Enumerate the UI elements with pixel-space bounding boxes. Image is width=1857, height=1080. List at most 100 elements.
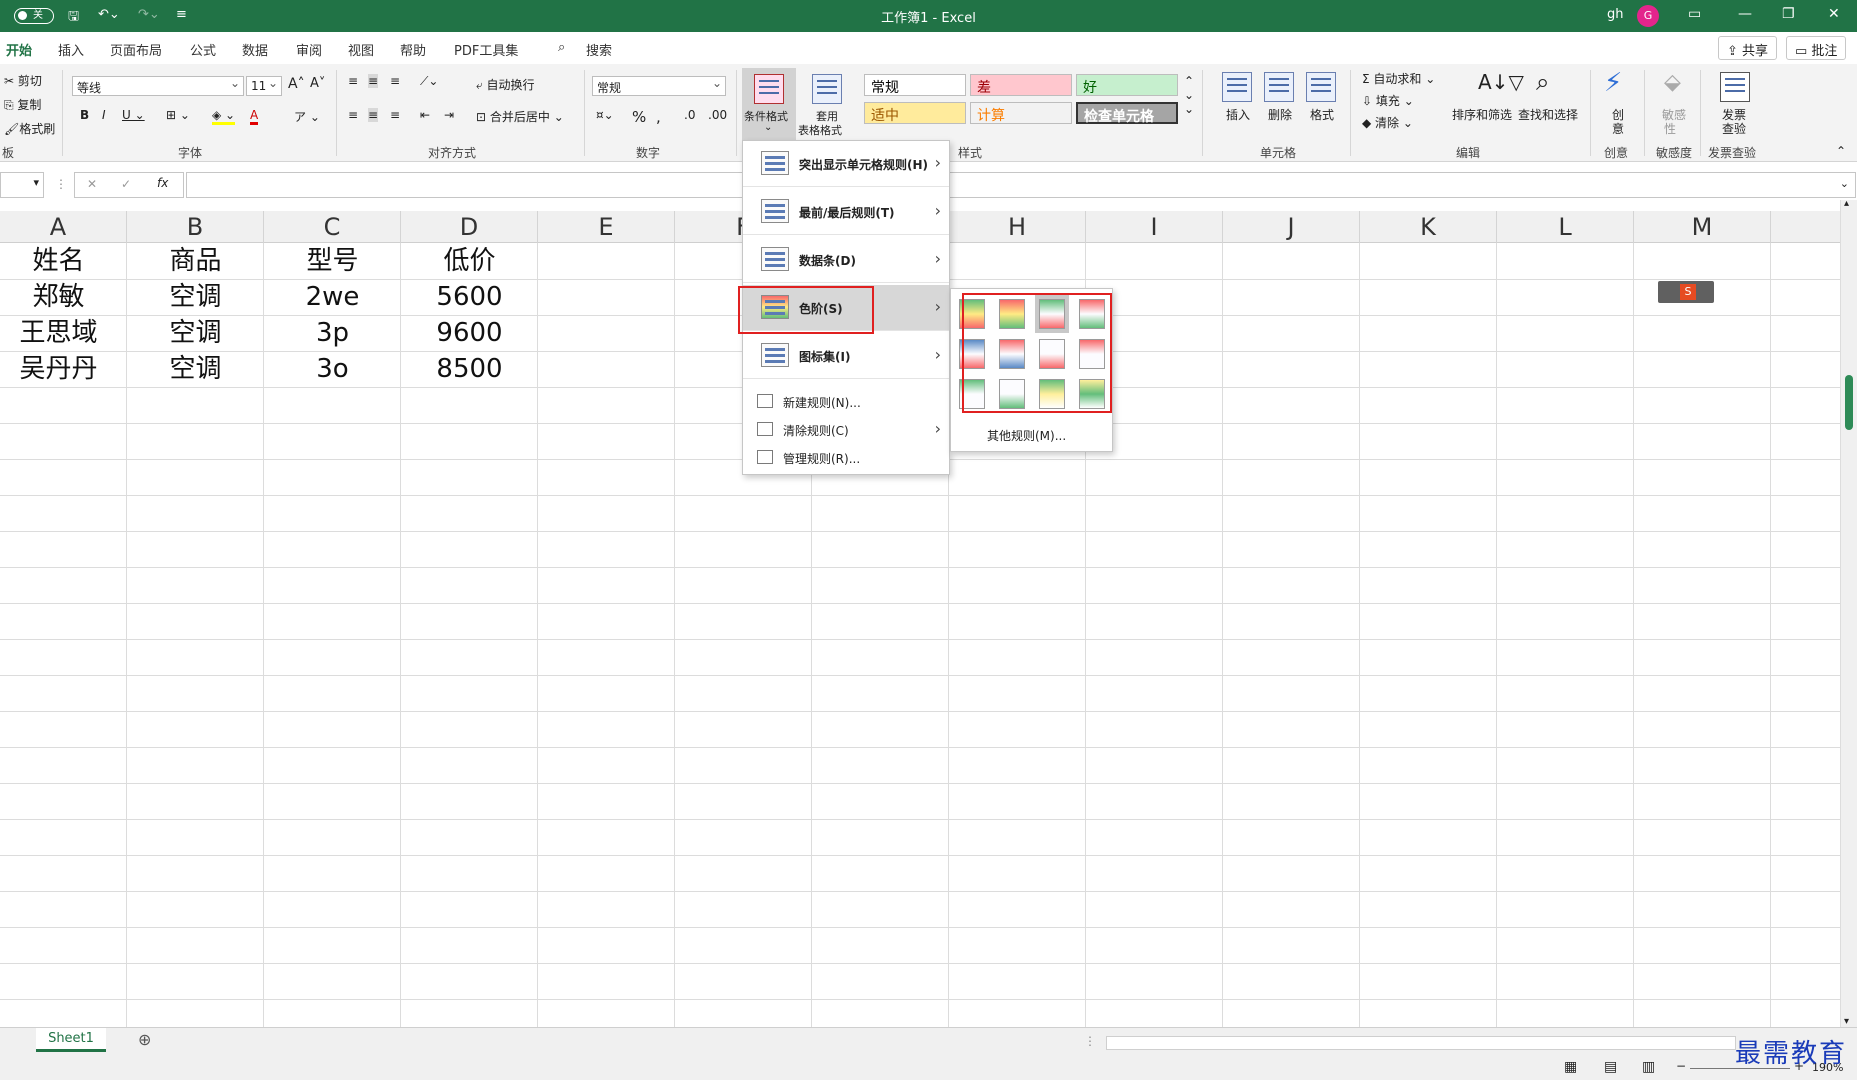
conditional-format-button[interactable]: 条件格式 ⌄ xyxy=(742,68,796,140)
table-cell[interactable]: 3o xyxy=(264,351,401,387)
expand-icon[interactable]: ⌄ xyxy=(1840,177,1849,190)
tab-help[interactable]: 帮助 xyxy=(400,40,426,59)
italic-button[interactable]: I xyxy=(102,108,106,122)
increase-font-icon[interactable]: A˄ xyxy=(288,76,305,92)
tab-home[interactable]: 开始 xyxy=(6,40,33,67)
menu-data-bars[interactable]: 数据条(D) › xyxy=(743,237,949,283)
column-header[interactable]: K xyxy=(1360,211,1497,243)
menu-manage-rules[interactable]: 管理规则(R)... xyxy=(743,445,949,471)
align-middle-icon[interactable]: ≡ xyxy=(368,74,379,88)
copy-button[interactable]: ⎘ 复制 xyxy=(4,96,41,113)
column-header[interactable]: H xyxy=(949,211,1086,243)
merge-center-button[interactable]: ⊡ 合并后居中 ⌄ xyxy=(476,108,564,125)
insert-cells-label[interactable]: 插入 xyxy=(1226,106,1250,123)
close-icon[interactable]: ✕ xyxy=(1828,6,1840,22)
align-top-icon[interactable]: ≡ xyxy=(348,74,358,88)
insert-cells-icon[interactable] xyxy=(1222,72,1252,102)
collapse-ribbon-icon[interactable]: ⌃ xyxy=(1836,144,1846,158)
column-header[interactable]: M xyxy=(1634,211,1771,243)
wrap-text-button[interactable]: ⤶ 自动换行 xyxy=(476,76,535,93)
zoom-out-icon[interactable]: − xyxy=(1676,1059,1686,1073)
style-normal[interactable]: 常规 xyxy=(864,74,966,96)
tab-pdf-tools[interactable]: PDF工具集 xyxy=(454,40,518,59)
enter-icon[interactable]: ✓ xyxy=(121,177,131,191)
normal-view-icon[interactable]: ▦ xyxy=(1564,1059,1577,1075)
sensitivity-label-2[interactable]: 性 xyxy=(1664,120,1676,137)
format-painter-button[interactable]: 🖌格式刷 xyxy=(4,120,55,137)
sheet-tab[interactable]: Sheet1 xyxy=(36,1028,106,1052)
bold-button[interactable]: B xyxy=(80,108,89,122)
currency-icon[interactable]: ¤⌄ xyxy=(596,108,614,122)
table-cell[interactable]: 空调 xyxy=(127,315,264,351)
decrease-font-icon[interactable]: A˅ xyxy=(310,76,325,91)
tab-view[interactable]: 视图 xyxy=(348,40,374,59)
menu-new-rule[interactable]: 新建规则(N)... xyxy=(743,389,949,415)
decrease-indent-icon[interactable]: ⇤ xyxy=(420,108,430,122)
font-color-icon[interactable]: A xyxy=(250,108,259,125)
format-cells-icon[interactable] xyxy=(1306,72,1336,102)
table-cell[interactable]: 8500 xyxy=(401,351,538,387)
cancel-icon[interactable]: ✕ xyxy=(87,177,97,191)
table-cell[interactable]: 郑敏 xyxy=(0,279,127,315)
menu-highlight-cells-rules[interactable]: 突出显示单元格规则(H) › xyxy=(743,141,949,187)
font-size-select[interactable]: 11 xyxy=(246,76,282,96)
find-select-label[interactable]: 查找和选择 xyxy=(1518,106,1578,123)
avatar[interactable]: G xyxy=(1637,5,1659,27)
name-box[interactable]: ▾ xyxy=(0,172,44,198)
delete-cells-label[interactable]: 删除 xyxy=(1268,106,1292,123)
column-header[interactable]: C xyxy=(264,211,401,243)
column-header[interactable]: B xyxy=(127,211,264,243)
autosum-button[interactable]: Σ 自动求和 ⌄ xyxy=(1362,70,1435,87)
table-cell[interactable]: 9600 xyxy=(401,315,538,351)
style-neutral[interactable]: 适中 xyxy=(864,102,966,124)
tab-insert[interactable]: 插入 xyxy=(58,40,84,59)
increase-indent-icon[interactable]: ⇥ xyxy=(444,108,454,122)
minimize-icon[interactable]: — xyxy=(1738,6,1752,22)
align-center-icon[interactable]: ≡ xyxy=(368,108,379,122)
insert-function-icon[interactable]: fx xyxy=(157,176,168,190)
tab-search[interactable]: 搜索 xyxy=(586,40,612,59)
table-cell[interactable]: 商品 xyxy=(127,243,264,279)
table-cell[interactable]: 王思域 xyxy=(0,315,127,351)
lightning-icon[interactable]: ⚡ xyxy=(1604,68,1622,98)
fill-button[interactable]: ⇩ 填充 ⌄ xyxy=(1362,92,1414,109)
percent-icon[interactable]: % xyxy=(632,108,646,126)
tab-formulas[interactable]: 公式 xyxy=(190,40,216,59)
column-header[interactable]: I xyxy=(1086,211,1223,243)
vertical-scrollbar[interactable]: ▴ ▾ xyxy=(1840,198,1857,1027)
align-left-icon[interactable]: ≡ xyxy=(348,108,358,122)
menu-icon-sets[interactable]: 图标集(I) › xyxy=(743,333,949,379)
table-cell[interactable]: 空调 xyxy=(127,351,264,387)
style-bad[interactable]: 差 xyxy=(970,74,1072,96)
clear-button[interactable]: ◆ 清除 ⌄ xyxy=(1362,114,1413,131)
invoice-check-icon[interactable] xyxy=(1720,72,1750,102)
table-cell[interactable]: 吴丹丹 xyxy=(0,351,127,387)
styles-scroll-icon[interactable]: ⌃ ⌄ ⌄ xyxy=(1184,74,1194,116)
table-cell[interactable]: 空调 xyxy=(127,279,264,315)
scroll-thumb[interactable] xyxy=(1845,375,1853,430)
sort-filter-label[interactable]: 排序和筛选 xyxy=(1452,106,1512,123)
style-check-cell[interactable]: 检查单元格 xyxy=(1076,102,1178,125)
orientation-icon[interactable]: ⟋⌄ xyxy=(420,74,438,89)
search-icon[interactable]: ⌕ xyxy=(558,40,565,55)
table-cell[interactable]: 3p xyxy=(264,315,401,351)
ribbon-display-icon[interactable]: ▭ xyxy=(1688,6,1701,22)
tab-review[interactable]: 审阅 xyxy=(296,40,322,59)
delete-cells-icon[interactable] xyxy=(1264,72,1294,102)
page-break-view-icon[interactable]: ▥ xyxy=(1642,1059,1655,1075)
formula-input[interactable]: ⌄ xyxy=(186,172,1856,198)
table-cell[interactable]: 2we xyxy=(264,279,401,315)
column-header[interactable]: D xyxy=(401,211,538,243)
column-header[interactable]: A xyxy=(0,211,127,243)
style-good[interactable]: 好 xyxy=(1076,74,1178,96)
style-calculation[interactable]: 计算 xyxy=(970,102,1072,124)
tab-page-layout[interactable]: 页面布局 xyxy=(110,40,162,59)
borders-icon[interactable]: ⊞ ⌄ xyxy=(166,108,190,122)
increase-decimal-icon[interactable]: .0 xyxy=(684,108,695,122)
find-select-icon[interactable]: ⌕ xyxy=(1536,68,1549,96)
menu-top-bottom-rules[interactable]: 最前/最后规则(T) › xyxy=(743,189,949,235)
table-cell[interactable]: 低价 xyxy=(401,243,538,279)
tab-data[interactable]: 数据 xyxy=(242,40,268,59)
align-right-icon[interactable]: ≡ xyxy=(390,108,400,122)
ime-toolbar[interactable]: S xyxy=(1658,281,1714,303)
